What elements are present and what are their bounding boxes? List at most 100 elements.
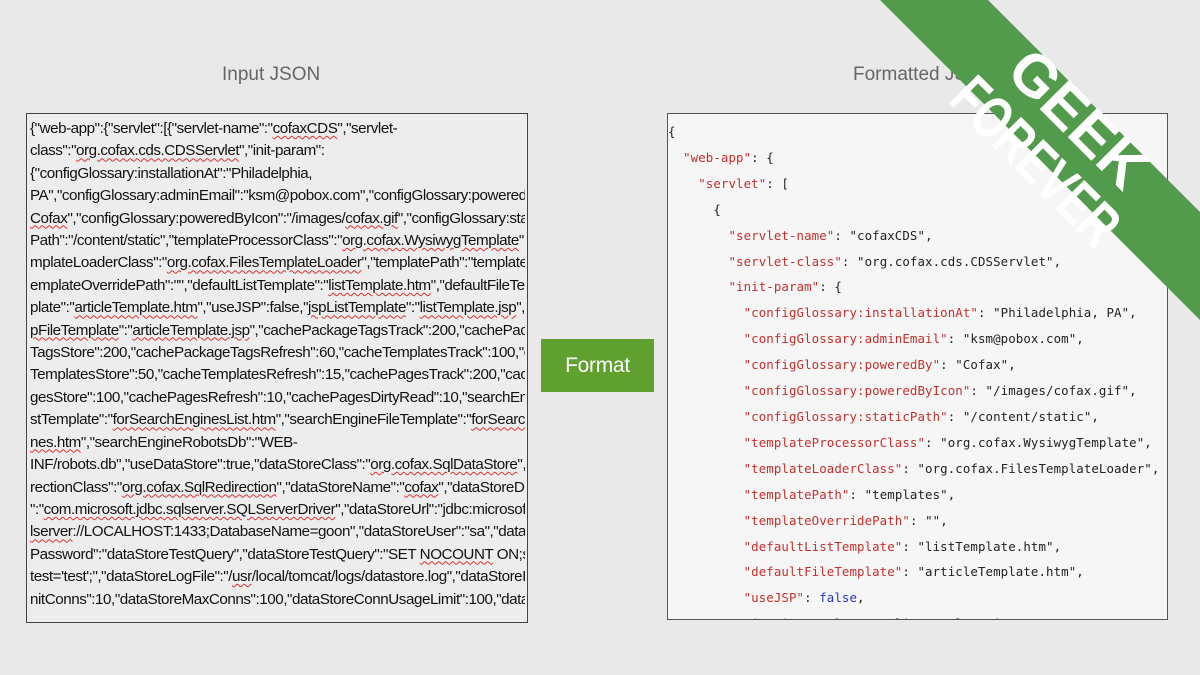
spellcheck-flagged-text: forSearchEnginesList.htm bbox=[112, 411, 277, 429]
json-string-value: "Cofax" bbox=[955, 357, 1009, 373]
input-text-line: Cofax","configGlossary:poweredByIcon":"/… bbox=[30, 208, 525, 230]
spellcheck-flagged-text: pFileTemplate bbox=[30, 321, 119, 339]
json-punctuation: : bbox=[902, 564, 918, 580]
json-punctuation bbox=[668, 383, 744, 398]
spellcheck-flagged-text: org.cofax.SqlDataStore bbox=[370, 456, 518, 474]
json-punctuation bbox=[668, 279, 728, 294]
input-text-segment: TemplatesStore":50,"cacheTemplatesRefres… bbox=[30, 366, 525, 384]
input-text-segment: ","configGlossary:poweredByIcon":"/image… bbox=[67, 209, 346, 227]
input-text-line: ":"com.microsoft.jdbc.sqlserver.SQLServe… bbox=[30, 499, 525, 521]
json-punctuation bbox=[668, 409, 744, 424]
input-json-textarea[interactable]: {"web-app":{"servlet":[{"servlet-name":"… bbox=[26, 113, 528, 623]
json-punctuation bbox=[668, 150, 683, 165]
json-key: "defaultFileTemplate" bbox=[743, 564, 903, 580]
input-text-line: Path":"/content/static","templateProcess… bbox=[30, 230, 525, 252]
json-punctuation bbox=[668, 539, 744, 554]
spellcheck-flagged-text: forSearchEngi bbox=[471, 411, 525, 429]
json-punctuation bbox=[668, 228, 728, 243]
format-button[interactable]: Format bbox=[541, 339, 654, 392]
input-text-segment: ","defaultFileTem bbox=[430, 276, 525, 294]
input-text-line: {"web-app":{"servlet":[{"servlet-name":"… bbox=[30, 118, 525, 140]
json-punctuation bbox=[668, 254, 728, 269]
input-text-segment: Path":"/content/static","templateProcess… bbox=[30, 232, 343, 250]
json-string-value: "Philadelphia, PA" bbox=[993, 305, 1130, 321]
input-text-line: rectionClass":"org.cofax.SqlRedirection"… bbox=[30, 477, 525, 499]
json-punctuation bbox=[668, 357, 744, 372]
spellcheck-flagged-text: lserver bbox=[30, 523, 73, 541]
json-punctuation: : [ bbox=[766, 175, 789, 191]
input-text-line: Password":"dataStoreTestQuery","dataStor… bbox=[30, 544, 525, 566]
json-punctuation: , bbox=[940, 512, 948, 528]
input-text-line: INF/robots.db","useDataStore":true,"data… bbox=[30, 454, 525, 476]
input-text-line: PA","configGlossary:adminEmail":"ksm@pob… bbox=[30, 185, 525, 207]
json-punctuation: , bbox=[925, 227, 933, 243]
json-key: "templateLoaderClass" bbox=[743, 460, 903, 476]
input-text-segment: nitConns":10,"dataStoreMaxConns":100,"da… bbox=[30, 590, 525, 608]
json-punctuation: : bbox=[804, 590, 820, 606]
input-text-segment: ","js bbox=[516, 299, 525, 317]
json-key: "init-param" bbox=[728, 279, 820, 295]
input-text-segment: ":" bbox=[30, 500, 44, 518]
json-string-value: "templates" bbox=[864, 486, 948, 502]
spellcheck-flagged-text: articleTemplate.jsp bbox=[132, 321, 250, 339]
code-line: "templatePath": "templates", bbox=[668, 482, 1167, 508]
json-punctuation bbox=[668, 564, 744, 579]
json-punctuation: : bbox=[834, 227, 850, 243]
code-line: "jspListTemplate": "listTemplate.jsp", bbox=[668, 611, 1167, 619]
json-punctuation: , bbox=[947, 486, 956, 502]
input-text-line: nes.htm","searchEngineRobotsDb":"WEB- bbox=[30, 432, 525, 454]
input-text-segment: {"web-app":{"servlet":[{"servlet-name":" bbox=[30, 120, 273, 137]
input-text-segment: INF/robots.db","useDataStore":true,"data… bbox=[30, 456, 371, 474]
code-line: "configGlossary:poweredBy": "Cofax", bbox=[668, 352, 1167, 378]
json-punctuation: : { bbox=[819, 279, 842, 295]
input-text-segment: test='test';","dataStoreLogFile":"/ bbox=[30, 568, 232, 586]
json-key: "servlet-class" bbox=[728, 253, 842, 269]
json-punctuation: : bbox=[902, 538, 918, 554]
json-key: "servlet-name" bbox=[728, 227, 835, 243]
input-text-segment: /local/tomcat/logs/datastore.log","dataS… bbox=[251, 568, 525, 586]
json-punctuation: : bbox=[841, 253, 858, 269]
input-text-line: TemplatesStore":50,"cacheTemplatesRefres… bbox=[30, 364, 525, 386]
code-line: "configGlossary:adminEmail": "ksm@pobox.… bbox=[668, 326, 1167, 352]
json-punctuation bbox=[668, 513, 744, 528]
code-line: "templateOverridePath": "", bbox=[668, 508, 1167, 534]
json-punctuation bbox=[668, 435, 744, 450]
input-panel-title: Input JSON bbox=[222, 64, 321, 85]
input-text-segment: gesStore":100,"cachePagesRefresh":10,"ca… bbox=[30, 388, 525, 406]
input-text-segment: class":" bbox=[30, 142, 77, 160]
code-line: { bbox=[668, 119, 1167, 145]
json-string-value: "/content/static" bbox=[962, 408, 1092, 424]
json-string-value: "ksm@pobox.com" bbox=[962, 331, 1077, 347]
input-text-segment: ","dataStoreUrl":"jdbc:microsoft: bbox=[335, 500, 525, 518]
json-punctuation: , bbox=[1076, 331, 1084, 347]
json-punctuation: , bbox=[1129, 383, 1137, 399]
json-punctuation: , bbox=[1076, 564, 1084, 580]
json-key: "defaultListTemplate" bbox=[743, 538, 903, 554]
output-panel-title: Formatted JSON bbox=[853, 64, 996, 85]
json-key: "configGlossary:poweredBy" bbox=[743, 357, 941, 373]
code-line: "useJSP": false, bbox=[668, 585, 1167, 611]
input-text-line: {"configGlossary:installationAt":"Philad… bbox=[30, 163, 525, 185]
spellcheck-flagged-text: listTemplate.htm bbox=[328, 276, 431, 294]
formatted-json-output[interactable]: { "web-app": { "servlet": [ { "servlet-n… bbox=[667, 113, 1168, 620]
json-punctuation: : bbox=[947, 408, 963, 424]
json-key: "servlet" bbox=[698, 175, 767, 191]
input-text-segment: rectionClass":" bbox=[30, 478, 122, 496]
input-text-segment: mplateLoaderClass":" bbox=[30, 254, 167, 272]
input-text-segment: ","dataStoreName":" bbox=[276, 478, 405, 496]
json-boolean-value: false bbox=[819, 590, 858, 606]
input-text-line: emplateOverridePath":"","defaultListTemp… bbox=[30, 275, 525, 297]
spellcheck-flagged-text: org.cofax.FilesTemplateLoader bbox=[166, 254, 362, 272]
code-line: "init-param": { bbox=[668, 274, 1167, 300]
json-punctuation: , bbox=[1144, 434, 1152, 450]
code-line: "servlet-name": "cofaxCDS", bbox=[668, 223, 1167, 249]
json-key: "templateProcessorClass" bbox=[743, 434, 926, 450]
input-text-segment: ","te bbox=[518, 232, 525, 250]
json-string-value: "listTemplate.htm" bbox=[917, 538, 1054, 554]
json-punctuation: , bbox=[1091, 408, 1099, 424]
input-text-segment: ","configGlossary:static bbox=[397, 209, 525, 227]
json-punctuation: : bbox=[902, 460, 918, 476]
json-string-value: "org.cofax.cds.CDSServlet" bbox=[857, 253, 1054, 269]
json-punctuation bbox=[668, 487, 744, 502]
spellcheck-flagged-text: articleTemplate.htm bbox=[74, 299, 198, 317]
